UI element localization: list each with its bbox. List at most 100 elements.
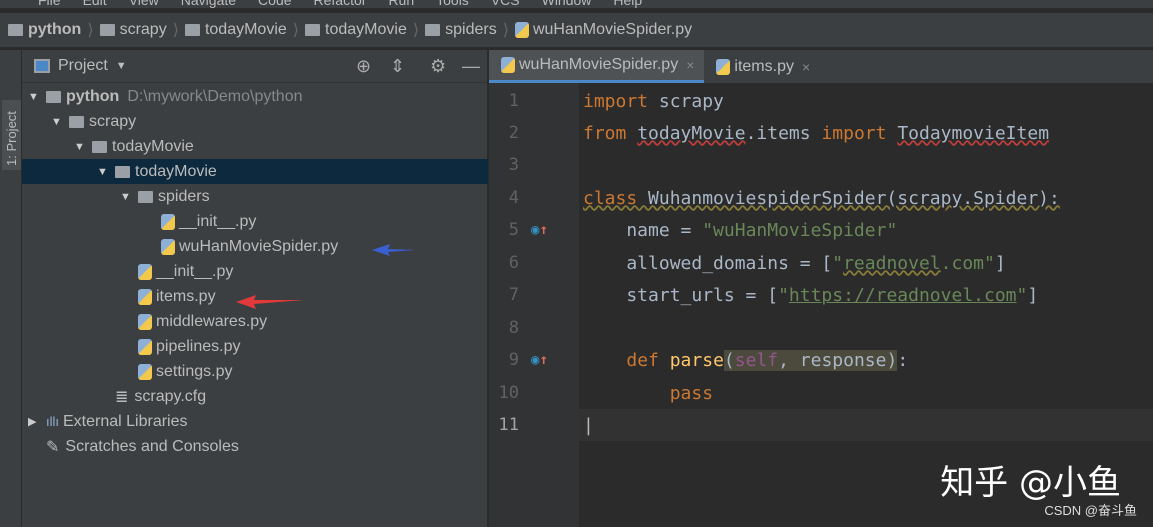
breadcrumb-item[interactable]: spiders [445, 21, 497, 39]
tree-item[interactable]: pipelines.py [22, 334, 488, 359]
tree-item[interactable]: ≣ scrapy.cfg [22, 384, 488, 409]
menu-item[interactable]: Navigate [181, 0, 236, 8]
menu-bar: File Edit View Navigate Code Refactor Run Tools… [0, 0, 1153, 8]
folder-icon [138, 190, 153, 203]
tree-item-label: scrapy.cfg [134, 387, 207, 405]
code-line: 11 [489, 409, 579, 441]
folder-icon [115, 165, 130, 178]
line-number: 11 [498, 415, 519, 435]
tab-items[interactable]: items.py × [704, 50, 820, 83]
override-marker-icon[interactable]: ◉↑ [531, 352, 548, 368]
library-icon: ıllı [46, 414, 59, 429]
line-number: 8 [508, 318, 519, 338]
tree-item-label: __init__.py [156, 262, 234, 280]
breadcrumb: python ⟩ scrapy ⟩ todayMovie ⟩ todayMovie ⟩ spid… [0, 12, 1153, 48]
folder-icon [425, 24, 441, 36]
python-file-icon [716, 58, 731, 75]
tree-item-label: __init__.py [179, 212, 257, 230]
tree-item-label: middlewares.py [156, 312, 268, 330]
csdn-watermark: CSDN @奋斗鱼 [1044, 503, 1137, 518]
line-number: 6 [508, 253, 519, 273]
tree-item[interactable]: ▼ scrapy [22, 109, 488, 134]
folder-icon [305, 24, 321, 36]
config-file-icon: ≣ [115, 388, 129, 406]
project-view-selector[interactable]: Project [58, 57, 108, 75]
line-number: 7 [508, 285, 519, 305]
close-icon[interactable]: × [686, 57, 694, 73]
tree-item[interactable]: ▼ spiders [22, 184, 488, 209]
tree-item[interactable]: settings.py [22, 359, 488, 384]
tab-wuhanmoviespider[interactable]: wuHanMovieSpider.py × [489, 50, 705, 83]
breadcrumb-item[interactable]: todayMovie [205, 21, 287, 39]
gear-icon[interactable]: ⚙ [430, 56, 446, 77]
chevron-down-icon[interactable]: ▼ [116, 60, 127, 72]
tree-item-label: todayMovie [112, 137, 194, 155]
tree-item[interactable]: __init__.py [22, 259, 488, 284]
tree-item-label: python [66, 87, 120, 105]
red-arrow-annotation [236, 295, 304, 309]
tree-item-label: spiders [158, 187, 210, 205]
tree-item-label: pipelines.py [156, 337, 241, 355]
tree-item-path: D:\mywork\Demo\python [127, 87, 303, 105]
blue-arrow-annotation [372, 244, 416, 256]
project-panel-header: Project ▼ ⊕ ⇕ ⚙ — [22, 50, 487, 83]
code-line: 8 [489, 312, 1153, 344]
python-file-icon [161, 238, 175, 255]
tree-item[interactable]: __init__.py [22, 209, 488, 234]
expand-arrow-icon[interactable]: ▼ [97, 166, 111, 178]
breadcrumb-item[interactable]: todayMovie [325, 21, 407, 39]
folder-icon [99, 24, 115, 36]
expand-arrow-icon[interactable]: ▼ [120, 191, 134, 203]
python-file-icon [138, 288, 152, 305]
tree-item[interactable]: ▼ python D:\mywork\Demo\python [22, 84, 488, 109]
python-file-icon [514, 22, 529, 38]
folder-icon [8, 24, 23, 36]
tree-item-label: Scratches and Consoles [65, 437, 239, 455]
close-icon[interactable]: × [802, 59, 810, 75]
project-tool-button[interactable]: 1: Project [2, 100, 21, 170]
expand-arrow-icon[interactable]: ▼ [51, 116, 65, 128]
folder-icon [46, 90, 61, 103]
override-marker-icon[interactable]: ◉↑ [531, 222, 548, 238]
expand-arrow-icon[interactable]: ▼ [28, 91, 42, 103]
breadcrumb-item[interactable]: wuHanMovieSpider.py [533, 21, 692, 39]
code-line: 10 pass [489, 377, 1153, 409]
code-line: 6 allowed_domains = ["readnovel.com"] [489, 247, 1153, 279]
menu-item[interactable]: Edit [83, 0, 107, 8]
menu-item[interactable]: Run [388, 0, 414, 8]
locate-icon[interactable]: ⊕ [356, 56, 371, 77]
tree-item[interactable]: ▼ todayMovie [22, 159, 488, 184]
menu-item[interactable]: VCS [491, 0, 520, 8]
breadcrumb-item[interactable]: scrapy [120, 21, 167, 39]
menu-item[interactable]: Help [613, 0, 642, 8]
tree-item[interactable]: ▶ ıllı External Libraries [22, 409, 488, 434]
line-number: 3 [508, 155, 519, 175]
collapse-arrow-icon[interactable]: ▶ [28, 415, 42, 428]
hide-icon[interactable]: — [462, 56, 480, 77]
line-number: 1 [508, 91, 519, 111]
tree-item-label: settings.py [156, 362, 233, 380]
tree-item[interactable]: ▼ todayMovie [22, 134, 488, 159]
tree-item-label: wuHanMovieSpider.py [179, 237, 339, 255]
collapse-all-icon[interactable]: ⇕ [390, 56, 405, 77]
scratch-icon: ✎ [46, 438, 60, 456]
folder-icon [184, 24, 200, 36]
tree-item[interactable]: ✎ Scratches and Consoles [22, 434, 488, 459]
python-file-icon [138, 263, 152, 280]
menu-item[interactable]: Refactor [314, 0, 367, 8]
tree-item-label: todayMovie [135, 162, 217, 180]
tree-item-label: items.py [156, 287, 216, 305]
code-line: 3 [489, 149, 1153, 181]
menu-item[interactable]: File [38, 0, 61, 8]
tree-item[interactable]: middlewares.py [22, 309, 488, 334]
breadcrumb-item[interactable]: python [28, 21, 81, 39]
menu-item[interactable]: View [129, 0, 159, 8]
tool-window-stripe: 1: Project [0, 50, 22, 527]
menu-item[interactable]: Code [258, 0, 291, 8]
expand-arrow-icon[interactable]: ▼ [74, 141, 88, 153]
menu-item[interactable]: Window [542, 0, 592, 8]
menu-item[interactable]: Tools [436, 0, 469, 8]
code-line: 5 ◉↑ name = "wuHanMovieSpider" [489, 214, 1153, 246]
code-line: 4 class WuhanmoviespiderSpider(scrapy.Spi… [489, 182, 1153, 214]
tree-item-label: External Libraries [63, 412, 188, 430]
